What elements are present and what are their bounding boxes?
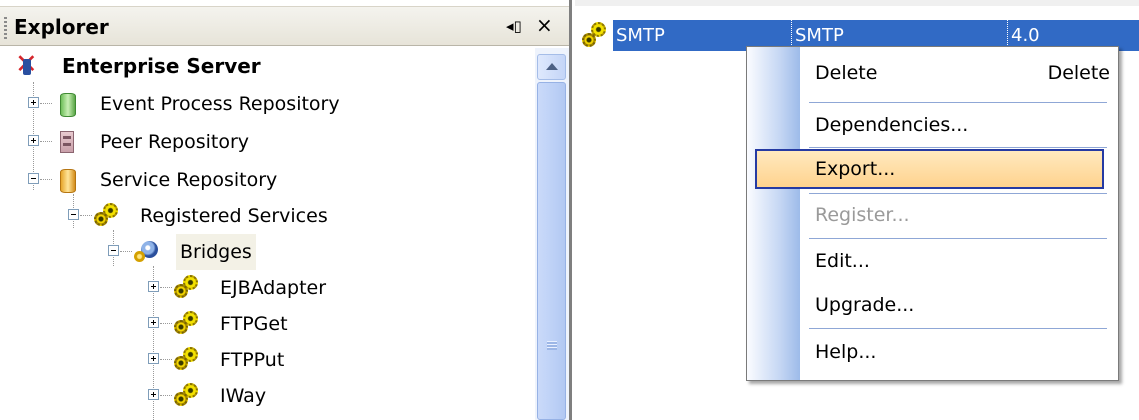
menu-separator (809, 238, 1107, 239)
tree-item-peer-repository[interactable]: Peer Repository (0, 124, 534, 160)
menu-item-label: Delete (815, 62, 878, 84)
tree-item-label: IWay (220, 385, 267, 407)
tree-item-label: Bridges (176, 234, 256, 270)
menu-item-upgrade[interactable]: Upgrade... (749, 285, 1116, 325)
tree-item-ejbadapter[interactable]: EJBAdapter (0, 270, 534, 306)
collapse-icon[interactable] (68, 209, 79, 220)
gears-icon (174, 383, 202, 407)
explorer-panel: Explorer ◂▯ × Enterprise Server Event Pr… (0, 0, 572, 420)
tree-item-label: EJBAdapter (220, 277, 327, 299)
tree-connector (160, 323, 172, 324)
database-green-icon (60, 93, 76, 117)
tree-connector (160, 395, 172, 396)
scroll-up-button[interactable] (537, 54, 566, 80)
menu-item-label: Register... (815, 204, 910, 226)
tree-item-label: Registered Services (140, 205, 328, 227)
menu-item-label: Help... (815, 341, 877, 363)
enterprise-server-icon (14, 47, 40, 83)
expand-icon[interactable] (28, 135, 39, 146)
menu-item-label: Export... (815, 158, 896, 180)
tree-item-ftpget[interactable]: FTPGet (0, 306, 534, 342)
context-menu: Delete Delete Dependencies... Export... … (746, 46, 1119, 381)
bridge-icon (134, 241, 158, 263)
tree-item-service-repository[interactable]: Service Repository (0, 162, 534, 198)
tree-connector (160, 287, 172, 288)
menu-item-help[interactable]: Help... (749, 332, 1116, 372)
expand-icon[interactable] (148, 353, 159, 364)
database-yellow-icon (60, 169, 76, 193)
menu-item-label: Dependencies... (815, 114, 969, 136)
tree-item-label: Event Process Repository (100, 93, 340, 115)
tree-item-label: FTPGet (220, 313, 288, 335)
tree-item-ftpput[interactable]: FTPPut (0, 342, 534, 378)
gears-icon (580, 22, 610, 50)
scroll-grip-icon (547, 341, 557, 350)
tree-connector (120, 251, 132, 252)
scroll-thumb[interactable] (537, 82, 566, 420)
explorer-title: Explorer (14, 15, 109, 39)
panel-grip-icon[interactable] (4, 17, 7, 39)
tree-connector (80, 215, 92, 216)
expand-icon[interactable] (148, 281, 159, 292)
menu-item-edit[interactable]: Edit... (749, 241, 1116, 281)
explorer-tree: Enterprise Server Event Process Reposito… (0, 47, 534, 420)
tree-item-event-process-repository[interactable]: Event Process Repository (0, 86, 534, 122)
menu-separator (809, 102, 1107, 103)
expand-icon[interactable] (28, 97, 39, 108)
tree-item-registered-services[interactable]: Registered Services (0, 198, 534, 234)
tree-connector (40, 141, 52, 142)
gears-icon (174, 347, 202, 371)
tree-item-bridges[interactable]: Bridges (0, 234, 534, 270)
expand-icon[interactable] (148, 389, 159, 400)
tree-item-enterprise-server[interactable]: Enterprise Server (0, 47, 534, 84)
peer-repository-icon (60, 131, 74, 153)
menu-item-export[interactable]: Export... (755, 149, 1104, 189)
menu-item-label: Edit... (815, 250, 870, 272)
collapse-icon[interactable] (108, 245, 119, 256)
gears-icon (174, 275, 202, 299)
tree-connector (40, 103, 52, 104)
tree-item-label: FTPPut (220, 349, 285, 371)
menu-separator (809, 328, 1107, 329)
tree-item-label: Peer Repository (100, 131, 250, 153)
gears-icon (174, 311, 202, 335)
menu-separator (809, 147, 1107, 148)
close-icon[interactable]: × (536, 13, 553, 37)
list-header-strip (575, 0, 1139, 6)
menu-item-dependencies[interactable]: Dependencies... (749, 105, 1116, 145)
menu-item-label: Upgrade... (815, 294, 915, 316)
tree-item-iway[interactable]: IWay (0, 378, 534, 414)
explorer-scrollbar[interactable] (535, 48, 569, 420)
expand-icon[interactable] (148, 317, 159, 328)
menu-item-shortcut: Delete (1047, 62, 1110, 84)
menu-item-register: Register... (749, 195, 1116, 235)
tree-connector (40, 179, 52, 180)
pin-icon[interactable]: ◂▯ (506, 17, 522, 35)
menu-separator (809, 193, 1107, 194)
collapse-icon[interactable] (28, 173, 39, 184)
menu-item-delete[interactable]: Delete Delete (749, 53, 1116, 93)
tree-connector (160, 359, 172, 360)
explorer-header: Explorer ◂▯ × (0, 6, 569, 46)
tree-item-label: Enterprise Server (62, 54, 261, 78)
gears-icon (94, 203, 122, 227)
tree-item-label: Service Repository (100, 169, 278, 191)
